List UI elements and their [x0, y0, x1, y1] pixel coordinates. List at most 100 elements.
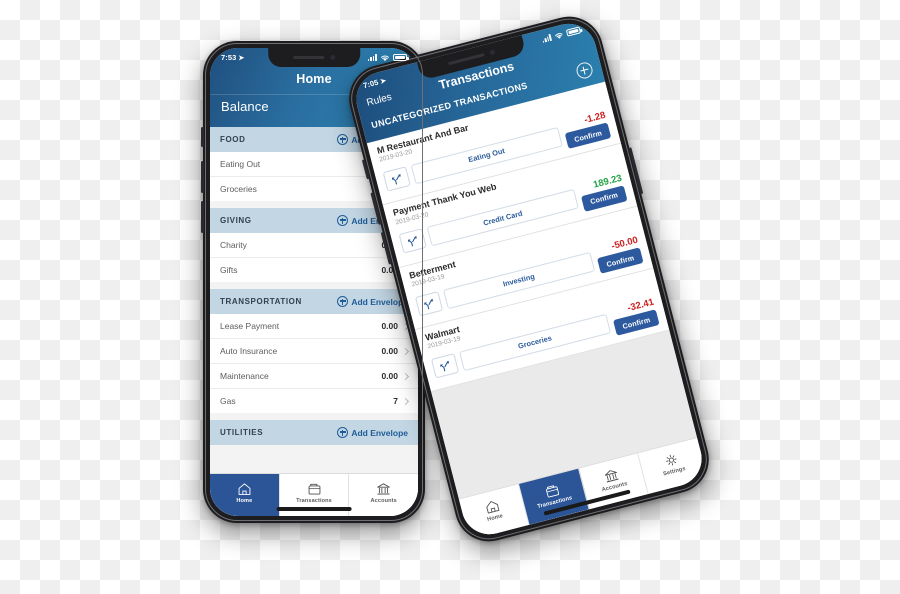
- envelope-row[interactable]: Auto Insurance 0.00: [210, 339, 418, 364]
- location-arrow-icon: ➤: [379, 77, 388, 86]
- plus-circle-icon: [337, 134, 349, 145]
- cellular-bars-icon: [541, 33, 553, 43]
- front-camera: [489, 49, 496, 56]
- transaction-tail: -32.41 Confirm: [610, 297, 660, 337]
- transaction-tail: -50.00 Confirm: [593, 235, 644, 274]
- home-indicator[interactable]: [276, 507, 352, 511]
- gear-icon: [666, 454, 677, 465]
- envelope-group: TRANSPORTATION Add Envelope Lease Payment 0…: [210, 289, 418, 413]
- envelope-row[interactable]: Maintenance 0.00: [210, 364, 418, 389]
- cellular-bars-icon: [367, 54, 377, 61]
- status-time: 7:53: [221, 53, 237, 62]
- split-transaction-button[interactable]: [398, 228, 427, 254]
- wallet-icon: [308, 483, 320, 495]
- tab-accounts[interactable]: Accounts: [349, 474, 418, 516]
- confirm-button[interactable]: Confirm: [612, 309, 660, 337]
- group-title: UTILITIES: [220, 428, 264, 437]
- transaction-tail: -1.28 Confirm: [561, 110, 612, 150]
- group-header: UTILITIES Add Envelope: [210, 420, 418, 445]
- group-header: TRANSPORTATION Add Envelope: [210, 289, 418, 314]
- tab-label: Accounts: [370, 497, 397, 504]
- plus-circle-icon[interactable]: [574, 60, 595, 81]
- earpiece-speaker: [448, 52, 485, 66]
- envelope-value-group: 0.00: [381, 371, 410, 381]
- envelope-name: Eating Out: [220, 159, 261, 169]
- group-title: GIVING: [220, 216, 252, 225]
- category-label: Groceries: [517, 333, 553, 352]
- battery-full-icon: [565, 26, 582, 37]
- bank-icon: [605, 469, 619, 482]
- status-right-group: [541, 26, 582, 44]
- envelope-amount: 7: [393, 396, 398, 406]
- envelope-name: Gas: [220, 396, 236, 406]
- confirm-button[interactable]: Confirm: [580, 185, 628, 212]
- status-time: 7:05: [362, 77, 380, 91]
- category-label: Eating Out: [467, 146, 506, 165]
- mockup-stage: 7:53 ➤ Home Balance 7139.79: [0, 0, 900, 594]
- mute-switch[interactable]: [201, 127, 204, 147]
- wifi-icon: [554, 32, 563, 39]
- tab-label: Home: [486, 512, 504, 523]
- envelope-name: Maintenance: [220, 371, 269, 381]
- transaction-tail: 189.23 Confirm: [577, 172, 628, 212]
- group-title: FOOD: [220, 135, 246, 144]
- location-arrow-icon: ➤: [238, 54, 245, 62]
- add-envelope-button[interactable]: Add Envelope: [337, 296, 408, 307]
- navbar-spacer: [561, 47, 586, 54]
- chevron-right-icon: [401, 347, 410, 355]
- envelope-name: Groceries: [220, 184, 257, 194]
- plus-circle-icon: [337, 215, 349, 226]
- envelope-value-group: 0.00: [381, 346, 410, 356]
- tab-home[interactable]: Home: [210, 474, 280, 516]
- confirm-button[interactable]: Confirm: [596, 247, 644, 274]
- house-icon: [486, 500, 500, 514]
- split-transaction-button[interactable]: [414, 290, 444, 317]
- split-arrows-icon: [439, 360, 449, 372]
- envelope-amount: 0.00: [381, 371, 398, 381]
- add-envelope-button[interactable]: Add Envelope: [337, 427, 408, 438]
- envelope-row[interactable]: Lease Payment 0.00: [210, 314, 418, 339]
- envelope-amount: 0.00: [381, 346, 398, 356]
- envelope-value-group: 7: [393, 396, 410, 406]
- volume-up-button[interactable]: [201, 161, 204, 193]
- volume-down-button[interactable]: [201, 201, 204, 233]
- status-left-group: 7:53 ➤: [221, 53, 244, 62]
- status-right-group: [367, 54, 409, 62]
- category-label: Investing: [501, 271, 536, 289]
- group-title: TRANSPORTATION: [220, 297, 302, 306]
- tab-label: Home: [236, 497, 253, 504]
- envelope-name: Lease Payment: [220, 321, 280, 331]
- split-arrows-icon: [391, 173, 401, 185]
- split-arrows-icon: [407, 236, 417, 247]
- tab-label: Transactions: [296, 497, 332, 504]
- wifi-icon: [381, 54, 389, 61]
- chevron-right-icon: [401, 397, 410, 405]
- bank-icon: [377, 482, 390, 495]
- earpiece-speaker: [292, 55, 325, 60]
- confirm-button[interactable]: Confirm: [564, 122, 612, 150]
- add-envelope-label: Add Envelope: [351, 427, 408, 438]
- chevron-right-icon: [401, 372, 410, 380]
- plus-circle-icon: [337, 296, 349, 307]
- split-arrows-icon: [423, 298, 433, 310]
- front-camera: [330, 55, 336, 60]
- category-label: Credit Card: [482, 208, 524, 228]
- envelope-name: Gifts: [220, 265, 238, 275]
- envelope-name: Auto Insurance: [220, 346, 278, 356]
- house-icon: [238, 482, 251, 495]
- envelope-row[interactable]: Gas 7: [210, 389, 418, 413]
- battery-full-icon: [393, 54, 409, 61]
- envelope-name: Charity: [220, 240, 247, 250]
- status-left-group: 7:05 ➤: [362, 76, 388, 91]
- envelope-row[interactable]: Gifts 0.00: [210, 258, 418, 282]
- envelope-value-group: 0.00: [381, 321, 410, 331]
- envelope-amount: 0.00: [381, 321, 398, 331]
- plus-circle-icon: [337, 427, 349, 438]
- split-transaction-button[interactable]: [430, 352, 460, 379]
- wallet-icon: [545, 484, 559, 498]
- notch: [268, 48, 360, 67]
- split-transaction-button[interactable]: [382, 166, 411, 192]
- rules-back-button[interactable]: Rules: [366, 92, 394, 109]
- balance-label: Balance: [221, 99, 269, 114]
- envelope-group: UTILITIES Add Envelope: [210, 420, 418, 445]
